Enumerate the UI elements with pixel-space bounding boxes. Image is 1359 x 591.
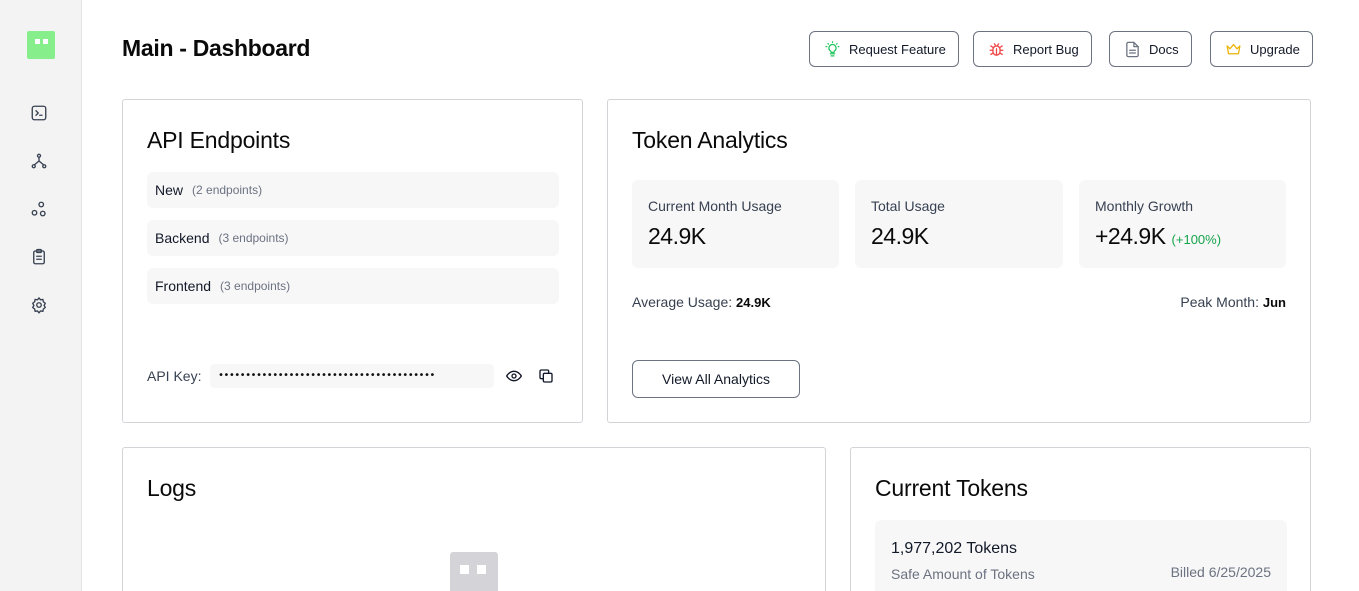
endpoint-group-backend[interactable]: Backend (3 endpoints)	[147, 220, 559, 256]
app-logo[interactable]	[27, 31, 55, 59]
token-analytics-title: Token Analytics	[632, 127, 788, 153]
total-usage-stat: Total Usage 24.9K	[855, 180, 1063, 268]
empty-state-logo	[450, 552, 498, 591]
sidebar-item-clipboard[interactable]	[28, 246, 50, 268]
endpoint-group-name: Frontend	[155, 278, 212, 294]
request-feature-label: Request Feature	[849, 41, 946, 57]
document-icon	[1126, 41, 1139, 57]
nodes-icon	[31, 201, 46, 217]
page-title: Main - Dashboard	[122, 35, 311, 61]
sidebar-item-network[interactable]	[28, 150, 50, 172]
stat-label: Monthly Growth	[1095, 198, 1194, 214]
docs-button[interactable]: Docs	[1109, 31, 1192, 67]
lightbulb-icon	[825, 40, 840, 57]
current-tokens-card: Current Tokens 1,977,202 Tokens Safe Amo…	[850, 447, 1311, 591]
sidebar-item-settings[interactable]	[28, 294, 50, 316]
token-amount: 1,977,202 Tokens	[891, 540, 1018, 557]
clipboard-icon	[33, 248, 45, 265]
report-bug-label: Report Bug	[1013, 41, 1079, 57]
endpoint-group-count: (3 endpoints)	[220, 279, 291, 293]
token-balance-box: 1,977,202 Tokens Safe Amount of Tokens B…	[875, 520, 1287, 591]
upgrade-label: Upgrade	[1250, 41, 1300, 57]
stat-value: 24.9K	[648, 223, 706, 249]
logs-title: Logs	[147, 475, 197, 501]
stat-label: Current Month Usage	[648, 198, 782, 214]
average-usage-label: Average Usage:	[632, 294, 733, 310]
api-endpoints-title: API Endpoints	[147, 127, 291, 153]
docs-label: Docs	[1149, 41, 1179, 57]
bug-icon	[989, 42, 1004, 56]
gear-icon	[32, 297, 46, 314]
api-endpoints-card: API Endpoints New (2 endpoints) Backend …	[122, 99, 583, 423]
average-usage: Average Usage: 24.9K	[632, 294, 771, 310]
stat-value: +24.9K	[1095, 223, 1166, 249]
average-usage-value: 24.9K	[736, 295, 771, 310]
token-status: Safe Amount of Tokens	[891, 566, 1035, 582]
sidebar-item-terminal[interactable]	[28, 102, 50, 124]
peak-month: Peak Month: Jun	[1180, 294, 1286, 310]
stat-label: Total Usage	[871, 198, 945, 214]
network-icon	[31, 153, 47, 169]
endpoint-group-name: Backend	[155, 230, 210, 246]
stat-value: 24.9K	[871, 223, 929, 249]
api-key-field[interactable]: ••••••••••••••••••••••••••••••••••••••••	[210, 364, 494, 388]
request-feature-button[interactable]: Request Feature	[809, 31, 959, 67]
endpoint-group-frontend[interactable]: Frontend (3 endpoints)	[147, 268, 559, 304]
sidebar-item-nodes[interactable]	[28, 198, 50, 220]
copy-api-key-button[interactable]	[536, 366, 556, 386]
view-all-analytics-button[interactable]: View All Analytics	[632, 360, 800, 398]
endpoint-group-new[interactable]: New (2 endpoints)	[147, 172, 559, 208]
report-bug-button[interactable]: Report Bug	[973, 31, 1092, 67]
eye-icon	[506, 370, 522, 382]
token-analytics-card: Token Analytics Current Month Usage 24.9…	[607, 99, 1311, 423]
current-tokens-title: Current Tokens	[875, 475, 1028, 501]
terminal-icon	[31, 105, 47, 121]
current-month-usage-stat: Current Month Usage 24.9K	[632, 180, 839, 268]
stat-value-row: +24.9K (+100%)	[1095, 223, 1221, 250]
show-api-key-button[interactable]	[504, 366, 524, 386]
endpoint-group-count: (3 endpoints)	[218, 231, 289, 245]
billed-date: Billed 6/25/2025	[1170, 564, 1271, 580]
monthly-growth-stat: Monthly Growth +24.9K (+100%)	[1079, 180, 1286, 268]
endpoint-group-count: (2 endpoints)	[192, 183, 263, 197]
endpoint-group-name: New	[155, 182, 184, 198]
upgrade-button[interactable]: Upgrade	[1210, 31, 1313, 67]
peak-month-value: Jun	[1262, 295, 1286, 310]
copy-icon	[539, 369, 553, 383]
logs-card: Logs	[122, 447, 826, 591]
api-key-label: API Key:	[147, 368, 202, 384]
growth-percent: (+100%)	[1171, 232, 1222, 247]
peak-month-label: Peak Month:	[1180, 294, 1259, 310]
crown-icon	[1226, 43, 1241, 54]
sidebar	[0, 0, 82, 591]
